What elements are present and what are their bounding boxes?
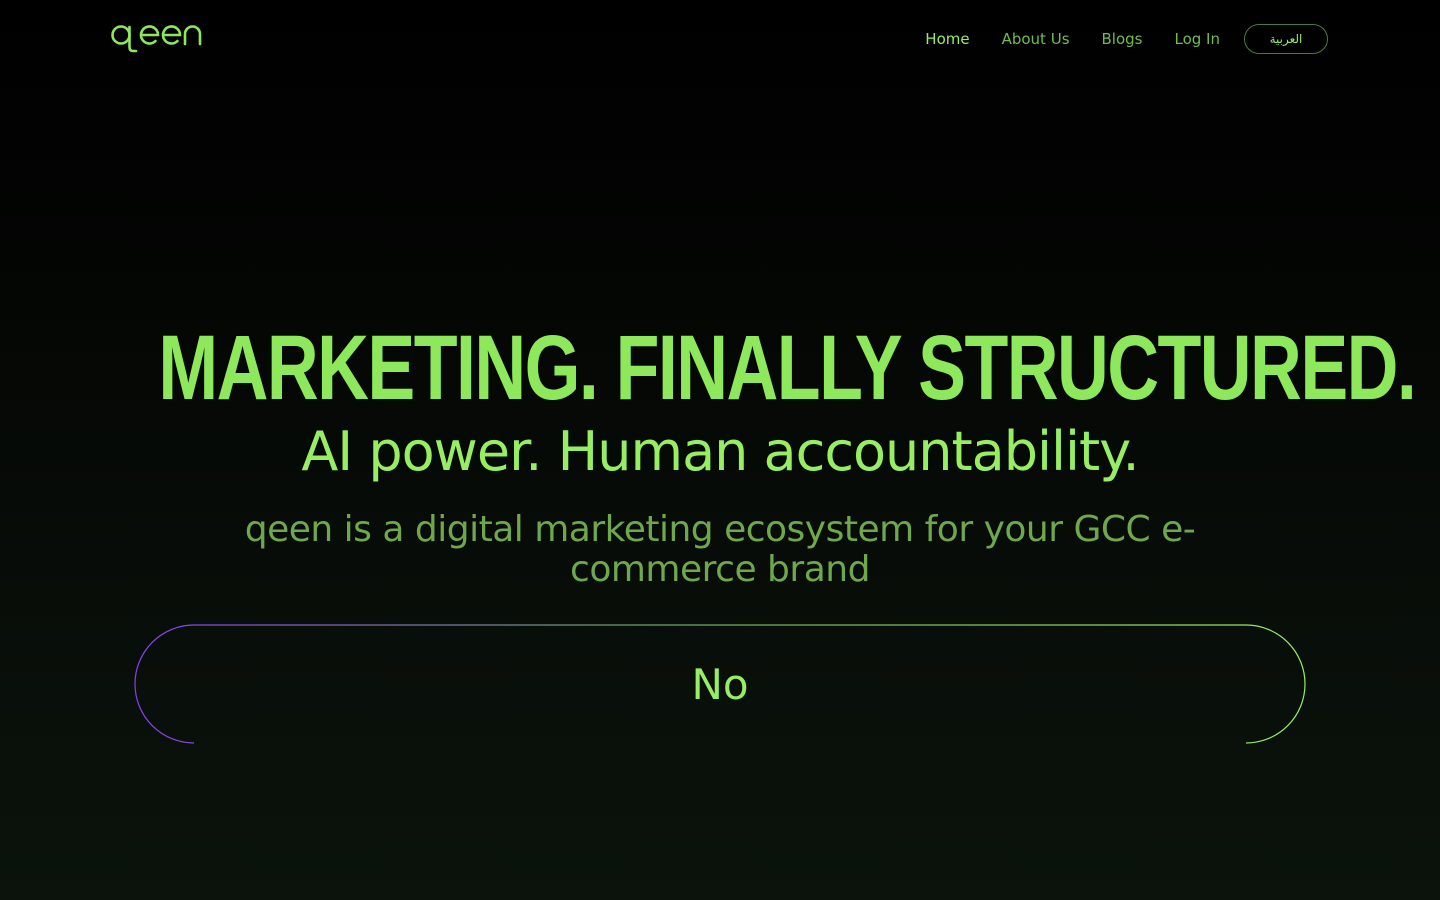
nav-login-link[interactable]: Log In [1175, 28, 1221, 50]
qeen-logo[interactable] [110, 20, 202, 54]
nav-links: Home About Us Blogs Log In العربية [893, 24, 1328, 54]
cta-label: No [691, 659, 749, 709]
hero-subtitle: AI power. Human accountability. [301, 420, 1139, 483]
top-nav: Home About Us Blogs Log In العربية [0, 0, 1440, 78]
nav-about-link[interactable]: About Us [1002, 28, 1070, 50]
hero-title: MARKETING. FINALLY STRUCTURED. [158, 317, 1416, 419]
hero-description: qeen is a digital marketing ecosystem fo… [244, 509, 1196, 590]
cta-button[interactable]: No [134, 624, 1306, 744]
nav-home-link[interactable]: Home [925, 28, 969, 50]
language-switch-button[interactable]: العربية [1244, 24, 1328, 54]
nav-blogs-link[interactable]: Blogs [1102, 28, 1143, 50]
